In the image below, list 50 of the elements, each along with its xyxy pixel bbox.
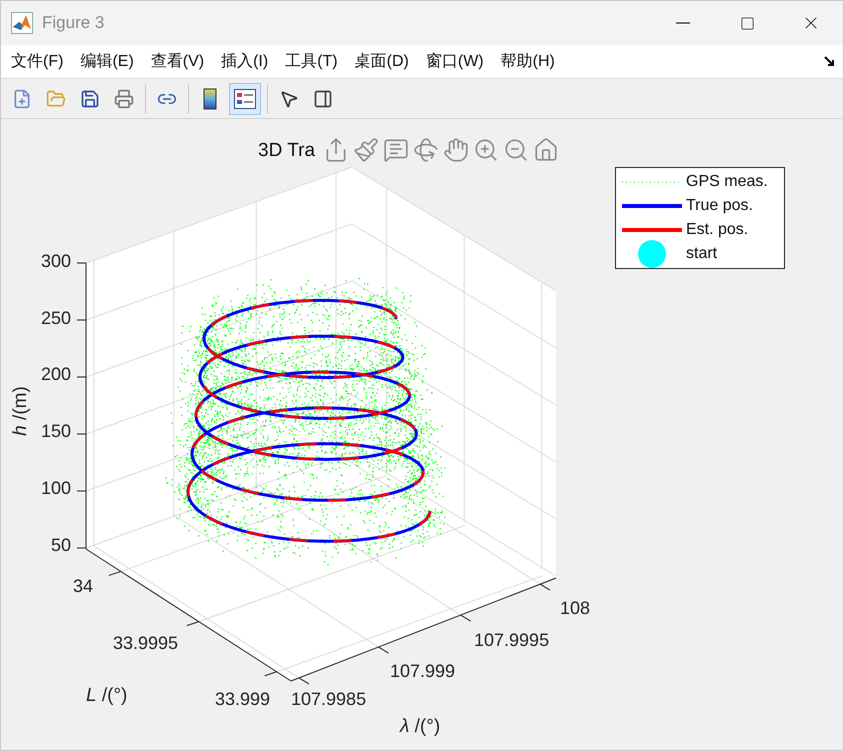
rotate-icon[interactable] <box>413 137 439 163</box>
data-tip-icon[interactable] <box>383 137 409 163</box>
menu-item[interactable]: 插入(I) <box>221 50 268 74</box>
lambda-tick-label: 108 <box>560 597 590 619</box>
colorbar-icon <box>203 88 217 110</box>
lambda-tick-label: 107.9995 <box>474 629 550 651</box>
panel-icon <box>313 88 333 108</box>
lambda-tick-label: 107.9985 <box>291 688 366 710</box>
legend-label: Est. pos. <box>686 220 748 240</box>
menu-item[interactable]: 窗口(W) <box>426 50 484 74</box>
z-tick-label: 300 <box>40 250 71 272</box>
zoom-in-icon[interactable] <box>473 137 499 163</box>
menu-item[interactable]: 工具(T) <box>285 50 338 74</box>
menu-item[interactable]: 编辑(E) <box>80 50 134 74</box>
window-title: Figure 3 <box>42 12 104 34</box>
menu-item[interactable]: 文件(F) <box>11 50 64 74</box>
new-file-icon <box>12 88 32 108</box>
menu-item[interactable]: 桌面(D) <box>354 50 409 74</box>
l-tick-label: 33.999 <box>215 688 270 710</box>
menu-item[interactable]: 帮助(H) <box>500 50 555 74</box>
pan-hand-icon[interactable] <box>443 137 469 163</box>
zoom-out-icon[interactable] <box>503 137 529 163</box>
save-icon <box>80 88 100 108</box>
maximize-icon <box>740 16 754 30</box>
axes-title: 3D Tra <box>258 139 316 163</box>
z-axis-label: h /(m) <box>10 385 32 438</box>
brush-icon[interactable] <box>353 137 379 163</box>
z-tick-label: 200 <box>40 363 71 385</box>
toolbar-button[interactable] <box>229 82 261 114</box>
legend-icon <box>234 88 256 108</box>
lambda-axis-label: λ /(°) <box>400 716 440 738</box>
printer-icon <box>114 88 134 108</box>
lambda-tick-label: 107.999 <box>390 660 456 682</box>
home-icon[interactable] <box>533 137 559 163</box>
matlab-logo-icon <box>11 12 33 34</box>
z-tick-label: 150 <box>40 420 71 442</box>
z-tick-label: 250 <box>40 307 71 329</box>
folder-icon <box>46 88 66 108</box>
menu-item[interactable]: 查看(V) <box>150 50 204 74</box>
l-tick-label: 33.9995 <box>113 632 178 654</box>
dock-arrow-icon[interactable] <box>824 56 835 67</box>
z-tick-label: 100 <box>40 477 71 499</box>
minimize-icon <box>676 22 690 24</box>
legend-label: True pos. <box>686 196 753 216</box>
pointer-icon <box>279 88 299 108</box>
l-tick-label: 34 <box>73 575 94 597</box>
z-tick-label: 50 <box>50 534 71 556</box>
legend-label: GPS meas. <box>686 172 768 192</box>
legend-label: start <box>686 244 718 264</box>
l-axis-label: L /(°) <box>86 685 128 707</box>
